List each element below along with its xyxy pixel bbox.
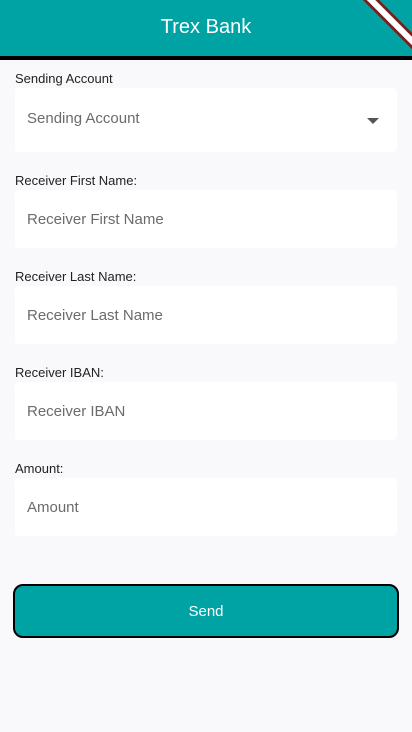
first-name-label: Receiver First Name: xyxy=(15,173,138,188)
first-name-field-box xyxy=(15,190,397,248)
iban-input[interactable] xyxy=(27,382,357,440)
sending-account-label: Sending Account xyxy=(15,71,113,86)
last-name-field-box xyxy=(15,286,397,344)
last-name-label: Receiver Last Name: xyxy=(15,269,137,284)
first-name-input[interactable] xyxy=(27,190,357,248)
arrow-drop-down-icon[interactable] xyxy=(367,118,379,124)
sending-account-dropdown[interactable]: Sending Account xyxy=(15,88,397,152)
last-name-input[interactable] xyxy=(27,286,357,344)
amount-label: Amount: xyxy=(15,461,64,476)
amount-input[interactable] xyxy=(27,478,357,536)
debug-banner-stripe xyxy=(358,0,412,56)
send-button[interactable]: Send xyxy=(13,584,399,638)
app-bar: Trex Bank xyxy=(0,0,412,60)
debug-banner xyxy=(352,0,412,56)
iban-field-box xyxy=(15,382,397,440)
amount-field-box xyxy=(15,478,397,536)
iban-label: Receiver IBAN: xyxy=(15,365,104,380)
sending-account-placeholder: Sending Account xyxy=(27,110,140,127)
app-title: Trex Bank xyxy=(160,16,252,38)
